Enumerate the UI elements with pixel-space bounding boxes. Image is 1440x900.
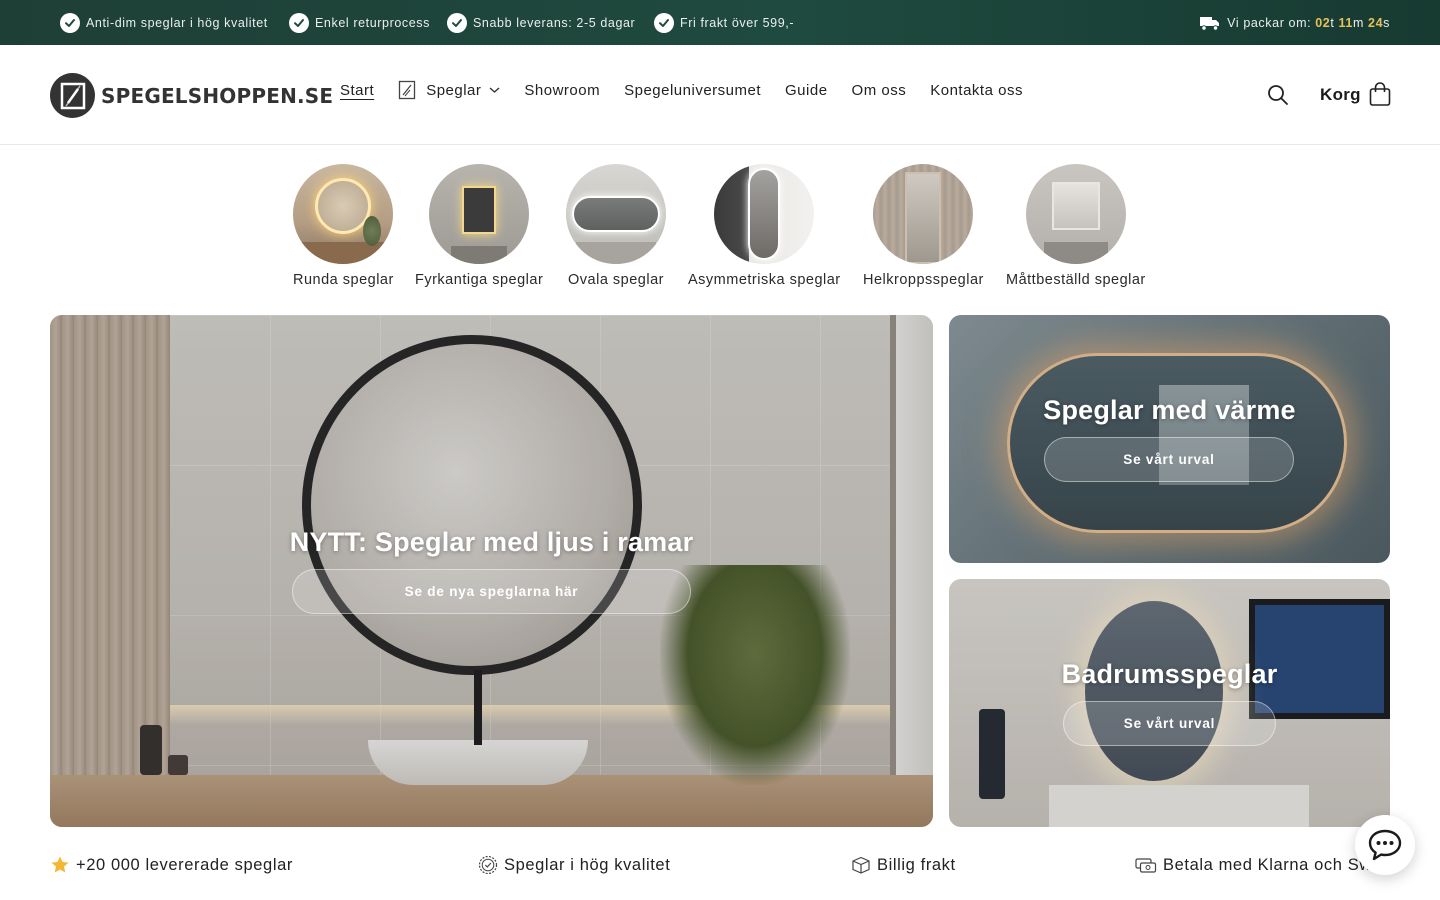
nav-speglar[interactable]: Speglar	[398, 79, 500, 101]
nav-om-oss[interactable]: Om oss	[852, 79, 907, 101]
category-ovala[interactable]: Ovala speglar	[566, 164, 666, 288]
chat-icon	[1368, 829, 1402, 861]
nav-spegeluniversumet[interactable]: Spegeluniversumet	[624, 79, 761, 101]
nav-label: Showroom	[524, 81, 601, 99]
category-image	[873, 164, 974, 264]
nav-kontakta-oss[interactable]: Kontakta oss	[930, 79, 1023, 101]
packing-label: Vi packar om:	[1227, 16, 1312, 30]
usp-item: Enkel returprocess	[289, 12, 430, 34]
logo-text: SPEGELSHOPPEN.SE	[101, 83, 334, 108]
usp-item: Fri frakt över 599,-	[654, 12, 794, 34]
countdown-seconds-unit: s	[1383, 16, 1390, 30]
category-image	[1025, 164, 1126, 264]
countdown-hours: 02	[1315, 16, 1331, 30]
announcement-bar: Anti-dim speglar i hög kvalitet Enkel re…	[0, 0, 1440, 45]
mirror-icon	[399, 80, 416, 100]
hero-main-tile[interactable]: NYTT: Speglar med ljus i ramar Se de nya…	[50, 315, 933, 827]
hero-warm-tile[interactable]: Speglar med värme Se vårt urval	[949, 315, 1390, 563]
nav-start[interactable]: Start	[340, 79, 374, 101]
category-fyrkantiga[interactable]: Fyrkantiga speglar	[415, 164, 543, 288]
logo-mirror-icon	[50, 73, 95, 118]
hero-main-cta[interactable]: Se de nya speglarna här	[292, 569, 691, 614]
hero-main-title: NYTT: Speglar med ljus i ramar	[289, 527, 694, 557]
main-nav: Start Speglar Showroom Spegeluniversumet…	[340, 79, 1047, 101]
trust-item: Speglar i hög kvalitet	[478, 853, 670, 877]
check-icon	[60, 13, 80, 33]
category-image	[566, 164, 666, 264]
nav-showroom[interactable]: Showroom	[524, 79, 600, 101]
trust-text: Betala med Klarna och Sw	[1163, 855, 1372, 874]
nav-label: Start	[340, 81, 375, 99]
category-label: Runda speglar	[293, 272, 394, 288]
nav-label: Speglar	[426, 81, 482, 99]
nav-label: Spegeluniversumet	[624, 81, 762, 99]
category-image	[293, 164, 394, 264]
category-label: Asymmetriska speglar	[688, 272, 841, 288]
hero-bathroom-cta[interactable]: Se vårt urval	[1063, 701, 1276, 746]
hero-warm-title: Speglar med värme	[1043, 395, 1296, 425]
category-strip: Runda speglar Fyrkantiga speglar Ovala s…	[0, 164, 1440, 294]
trust-text: Speglar i hög kvalitet	[504, 855, 671, 874]
site-logo[interactable]: SPEGELSHOPPEN.SE	[50, 73, 333, 118]
hero-warm-cta[interactable]: Se vårt urval	[1044, 437, 1294, 482]
countdown-minutes-unit: m	[1352, 16, 1364, 30]
category-image	[429, 164, 530, 264]
category-label: Ovala speglar	[568, 272, 664, 288]
hero-bathroom-title: Badrumsspeglar	[1061, 659, 1278, 689]
star-icon	[51, 856, 69, 873]
category-mattbestalld[interactable]: Måttbeställd speglar	[1006, 164, 1146, 288]
cart-label[interactable]: Korg	[1320, 85, 1361, 105]
chevron-down-icon	[489, 87, 500, 93]
trust-item: +20 000 levererade speglar	[50, 853, 293, 877]
box-icon	[852, 856, 870, 874]
category-label: Måttbeställd speglar	[1006, 272, 1146, 288]
usp-item: Anti-dim speglar i hög kvalitet	[60, 12, 268, 34]
hero-bathroom-tile[interactable]: Badrumsspeglar Se vårt urval	[949, 579, 1390, 827]
quality-badge-icon	[478, 855, 498, 875]
category-helkropp[interactable]: Helkroppsspeglar	[863, 164, 984, 288]
category-runda[interactable]: Runda speglar	[293, 164, 394, 288]
usp-text: Fri frakt över 599,-	[680, 16, 795, 30]
search-icon[interactable]	[1266, 83, 1290, 107]
check-icon	[654, 13, 674, 33]
nav-label: Kontakta oss	[930, 81, 1023, 99]
check-icon	[447, 13, 467, 33]
chat-button[interactable]	[1355, 815, 1415, 875]
countdown-minutes: 11	[1338, 16, 1353, 30]
trust-item: Betala med Klarna och Sw	[1135, 853, 1372, 877]
category-asymmetriska[interactable]: Asymmetriska speglar	[688, 164, 841, 288]
usp-text: Enkel returprocess	[315, 16, 431, 30]
trust-text: +20 000 levererade speglar	[76, 855, 293, 874]
usp-text: Anti-dim speglar i hög kvalitet	[86, 16, 268, 30]
trust-item: Billig frakt	[851, 853, 956, 877]
countdown-hours-unit: t	[1330, 16, 1335, 30]
truck-icon	[1200, 17, 1220, 31]
check-icon	[289, 13, 309, 33]
shopping-bag-icon[interactable]	[1368, 81, 1392, 107]
nav-label: Om oss	[851, 81, 907, 99]
usp-item: Snabb leverans: 2-5 dagar	[447, 12, 635, 34]
category-image	[714, 164, 815, 264]
site-header: SPEGELSHOPPEN.SE Start Speglar Showroom …	[0, 45, 1440, 145]
usp-text: Snabb leverans: 2-5 dagar	[473, 16, 636, 30]
nav-guide[interactable]: Guide	[785, 79, 828, 101]
payment-icon	[1135, 858, 1157, 873]
trust-text: Billig frakt	[877, 855, 956, 874]
nav-label: Guide	[785, 81, 828, 99]
category-label: Fyrkantiga speglar	[415, 272, 544, 288]
countdown-seconds: 24	[1368, 16, 1384, 30]
category-label: Helkroppsspeglar	[863, 272, 984, 288]
packing-countdown: Vi packar om: 02 t 11 m 24 s	[1199, 12, 1390, 34]
